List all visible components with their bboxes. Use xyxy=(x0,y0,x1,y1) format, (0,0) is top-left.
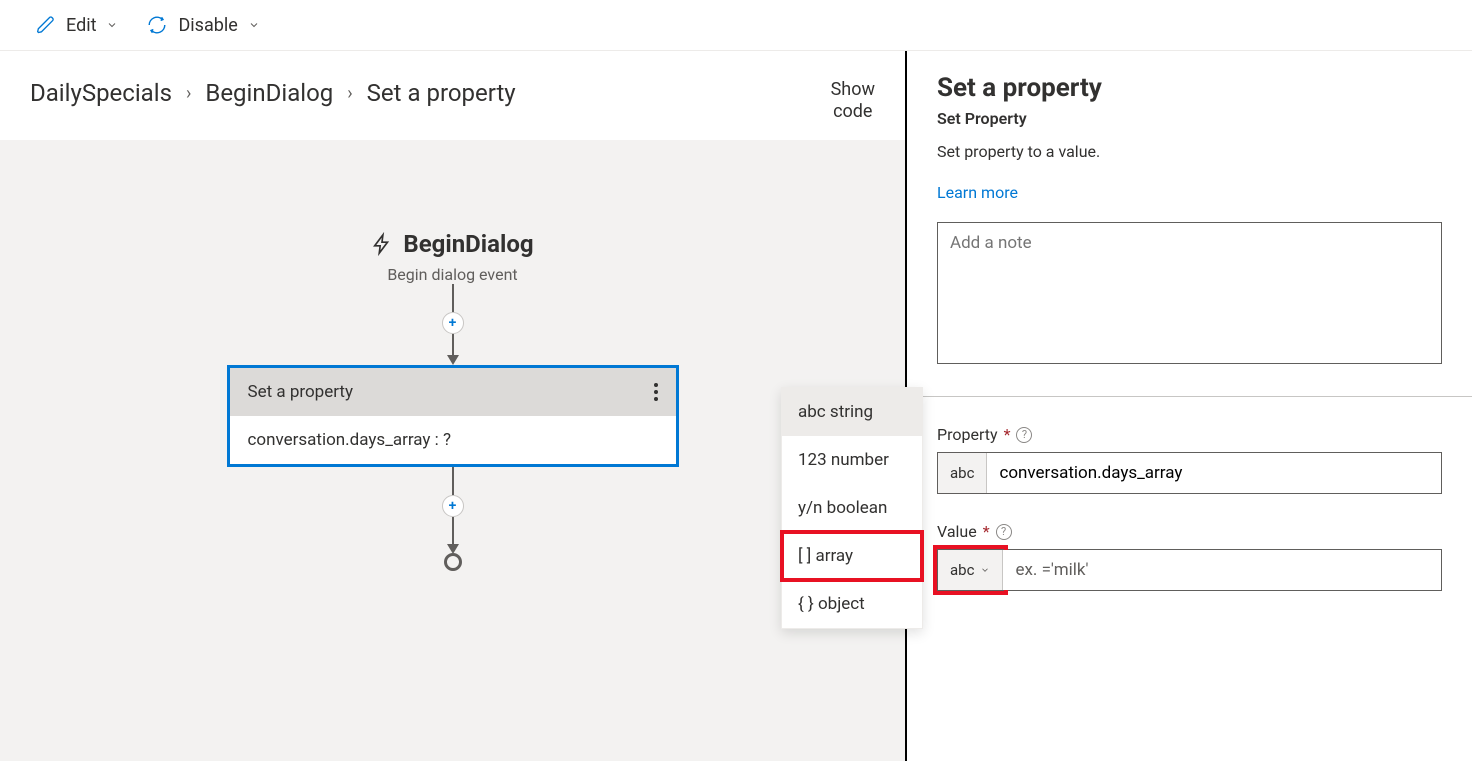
begin-dialog-subtitle: Begin dialog event xyxy=(371,265,533,284)
disable-button[interactable]: Disable xyxy=(146,14,259,36)
properties-panel: Set a property Set Property Set property… xyxy=(907,51,1472,761)
disable-label: Disable xyxy=(178,15,237,36)
value-label: Value xyxy=(937,522,977,541)
panel-divider xyxy=(907,396,1472,397)
node-menu-button[interactable] xyxy=(654,383,658,401)
edit-icon xyxy=(36,15,56,35)
flow-edge xyxy=(452,284,454,312)
property-label: Property xyxy=(937,425,998,444)
required-marker: * xyxy=(1004,425,1011,444)
property-input[interactable] xyxy=(987,453,1441,493)
panel-title: Set a property xyxy=(937,73,1442,103)
arrowhead-icon xyxy=(447,355,459,365)
add-action-button[interactable]: + xyxy=(442,495,464,517)
breadcrumb-item[interactable]: Set a property xyxy=(367,79,516,107)
toolbar: Edit Disable xyxy=(0,0,1472,51)
type-option-boolean[interactable]: y/n boolean xyxy=(782,484,922,532)
property-type-chip[interactable]: abc xyxy=(938,453,987,493)
dialog-canvas[interactable]: BeginDialog Begin dialog event + Set a p… xyxy=(0,140,905,761)
add-action-button[interactable]: + xyxy=(442,312,464,334)
help-icon[interactable]: ? xyxy=(996,524,1012,540)
begin-dialog-title: BeginDialog xyxy=(403,230,533,258)
chevron-down-icon xyxy=(248,15,260,36)
type-option-number[interactable]: 123 number xyxy=(782,436,922,484)
note-input[interactable] xyxy=(937,222,1442,364)
breadcrumb: DailySpecials › BeginDialog › Set a prop… xyxy=(30,79,516,107)
help-icon[interactable]: ? xyxy=(1016,427,1032,443)
value-type-chip[interactable]: abc xyxy=(938,550,1003,590)
type-option-object[interactable]: { } object xyxy=(782,580,922,628)
chevron-down-icon xyxy=(980,565,990,575)
edit-button[interactable]: Edit xyxy=(36,15,118,36)
flow-edge xyxy=(452,334,454,356)
node-body-text: conversation.days_array : ? xyxy=(230,416,676,464)
end-node xyxy=(444,553,462,571)
flow-edge xyxy=(452,517,454,545)
node-title: Set a property xyxy=(248,382,354,402)
breadcrumb-item[interactable]: DailySpecials xyxy=(30,79,172,107)
breadcrumb-item[interactable]: BeginDialog xyxy=(205,79,333,107)
show-code-button[interactable]: Show code xyxy=(831,79,875,122)
begin-dialog-block[interactable]: BeginDialog Begin dialog event xyxy=(371,230,533,284)
refresh-icon xyxy=(146,14,168,36)
type-option-string[interactable]: abc string xyxy=(782,388,922,436)
chevron-down-icon xyxy=(106,15,118,36)
chevron-right-icon: › xyxy=(347,83,352,104)
panel-subtitle: Set Property xyxy=(937,109,1442,128)
set-property-node[interactable]: Set a property conversation.days_array :… xyxy=(227,365,679,467)
type-option-array[interactable]: [ ] array xyxy=(782,532,922,580)
required-marker: * xyxy=(983,522,990,541)
lightning-icon xyxy=(371,231,393,257)
learn-more-link[interactable]: Learn more xyxy=(937,183,1018,202)
edit-label: Edit xyxy=(66,15,96,36)
flow-edge xyxy=(452,467,454,495)
chevron-right-icon: › xyxy=(186,83,191,104)
value-input[interactable] xyxy=(1003,550,1441,590)
type-picker-menu: abc string 123 number y/n boolean [ ] ar… xyxy=(781,387,923,629)
panel-description: Set property to a value. xyxy=(937,142,1442,161)
